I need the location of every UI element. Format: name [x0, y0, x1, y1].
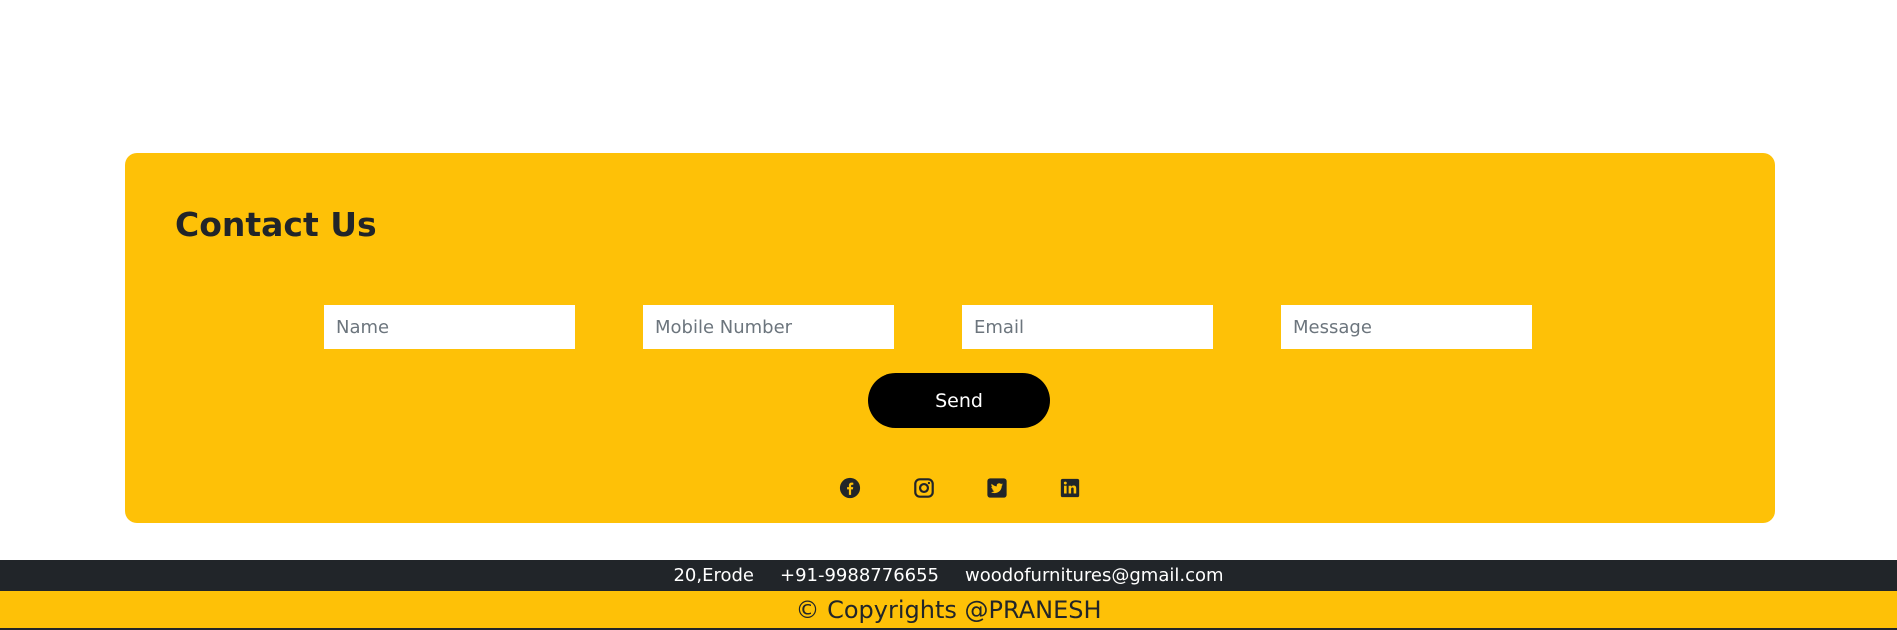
message-input[interactable] [1281, 305, 1532, 349]
footer-email: woodofurnitures@gmail.com [965, 565, 1224, 586]
contact-section: Contact Us Send [125, 153, 1775, 523]
facebook-icon[interactable] [839, 477, 861, 499]
footer-info-bar: 20,Erode +91-9988776655 woodofurnitures@… [0, 560, 1897, 591]
contact-title: Contact Us [175, 205, 377, 244]
email-input[interactable] [962, 305, 1213, 349]
mobile-number-input[interactable] [643, 305, 894, 349]
footer-address: 20,Erode [673, 565, 754, 586]
instagram-icon[interactable] [913, 477, 935, 499]
copyright-text: © Copyrights @PRANESH [795, 595, 1102, 624]
footer-phone: +91-9988776655 [780, 565, 940, 586]
name-input[interactable] [324, 305, 575, 349]
copyright-bar: © Copyrights @PRANESH [0, 591, 1897, 630]
send-button[interactable]: Send [868, 373, 1050, 428]
linkedin-icon[interactable] [1059, 477, 1081, 499]
twitter-icon[interactable] [986, 477, 1008, 499]
